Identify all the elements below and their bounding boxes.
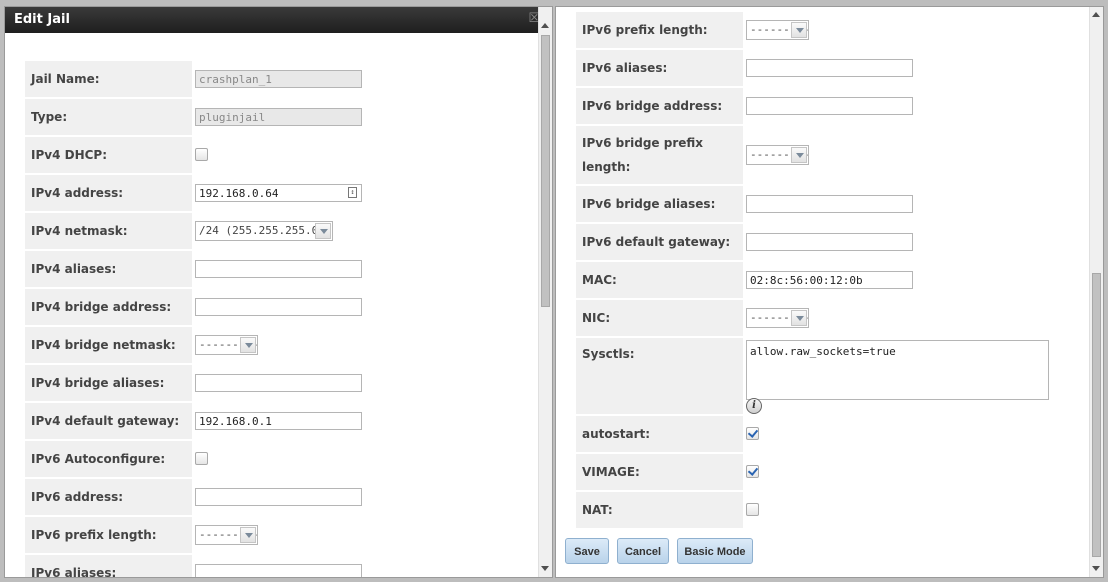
chevron-down-icon[interactable]: [315, 223, 331, 239]
jail-name-input[interactable]: crashplan_1: [195, 70, 362, 88]
field-label: IPv4 default gateway:: [25, 403, 192, 439]
left-scrollbar-thumb[interactable]: [541, 35, 550, 307]
field-label: NAT:: [576, 492, 743, 528]
field-label: autostart:: [576, 416, 743, 452]
vimage-checkbox[interactable]: [746, 465, 759, 478]
ipv4-bridge-aliases-input[interactable]: [195, 374, 362, 392]
mac-input[interactable]: 02:8c:56:00:12:0b: [746, 271, 913, 289]
field-label: IPv4 bridge aliases:: [25, 365, 192, 401]
field-label: VIMAGE:: [576, 454, 743, 490]
field-label: IPv6 bridge aliases:: [576, 186, 743, 222]
basic-mode-button[interactable]: Basic Mode: [677, 538, 753, 564]
field-label: Sysctls:: [576, 338, 743, 414]
chevron-down-icon[interactable]: [240, 527, 256, 543]
field-label: MAC:: [576, 262, 743, 298]
jail-name-value: crashplan_1: [199, 73, 272, 86]
sysctls-textarea[interactable]: allow.raw_sockets=true: [746, 340, 1049, 400]
ipv6-aliases-input[interactable]: [195, 564, 362, 577]
ipv4-bridge-netmask-select[interactable]: ---------: [195, 335, 259, 355]
field-label: IPv6 aliases:: [25, 555, 192, 577]
field-label: IPv4 bridge netmask:: [25, 327, 192, 363]
ipv4-default-gateway-value: 192.168.0.1: [199, 415, 272, 428]
dialog-titlebar[interactable]: Edit Jail ☒: [5, 7, 552, 33]
mac-value: 02:8c:56:00:12:0b: [750, 274, 863, 287]
field-label: IPv6 Autoconfigure:: [25, 441, 192, 477]
ipv6-bridge-address-input[interactable]: [746, 97, 913, 115]
edit-jail-dialog-left: Edit Jail ☒ Jail Name: crashplan_1 Type: pl…: [4, 6, 553, 578]
right-scrollbar-thumb[interactable]: [1092, 273, 1101, 557]
scroll-up-icon[interactable]: [541, 23, 549, 28]
ipv6-aliases-input[interactable]: [746, 59, 913, 77]
ipv6-autoconfigure-checkbox[interactable]: [195, 452, 208, 465]
right-scrollbar[interactable]: [1089, 7, 1103, 577]
nat-checkbox[interactable]: [746, 503, 759, 516]
info-icon[interactable]: i: [746, 398, 762, 414]
field-label: Jail Name:: [25, 61, 192, 97]
field-label: IPv6 address:: [25, 479, 192, 515]
ipv4-default-gateway-input[interactable]: 192.168.0.1: [195, 412, 362, 430]
ipv6-default-gateway-input[interactable]: [746, 233, 913, 251]
dialog-title: Edit Jail: [14, 12, 70, 27]
field-label: IPv6 prefix length:: [576, 12, 743, 48]
type-value: pluginjail: [199, 111, 266, 124]
field-label: NIC:: [576, 300, 743, 336]
save-button[interactable]: Save: [565, 538, 609, 564]
scroll-down-icon[interactable]: [1092, 566, 1100, 571]
field-label: IPv4 bridge address:: [25, 289, 192, 325]
field-label: IPv4 aliases:: [25, 251, 192, 287]
scroll-up-icon[interactable]: [1092, 12, 1100, 17]
field-label: Type:: [25, 99, 192, 135]
left-scrollbar[interactable]: [538, 7, 552, 577]
edit-jail-dialog-right: IPv6 prefix length: --------- IPv6 aliases…: [555, 6, 1104, 578]
ipv4-aliases-input[interactable]: [195, 260, 362, 278]
ipv6-bridge-prefix-length-select[interactable]: ---------: [746, 145, 810, 165]
chevron-down-icon[interactable]: [791, 22, 807, 38]
type-input[interactable]: pluginjail: [195, 108, 362, 126]
ipv4-dhcp-checkbox[interactable]: [195, 148, 208, 161]
field-label: IPv6 bridge prefix length:: [576, 126, 743, 184]
field-label: IPv6 prefix length:: [25, 517, 192, 553]
field-label: IPv6 bridge address:: [576, 88, 743, 124]
ipv6-bridge-aliases-input[interactable]: [746, 195, 913, 213]
scroll-down-icon[interactable]: [541, 566, 549, 571]
autostart-checkbox[interactable]: [746, 427, 759, 440]
ipv6-prefix-length-select[interactable]: ---------: [195, 525, 259, 545]
chevron-down-icon[interactable]: [791, 147, 807, 163]
field-label: IPv4 netmask:: [25, 213, 192, 249]
chevron-down-icon[interactable]: [791, 310, 807, 326]
cancel-button[interactable]: Cancel: [617, 538, 669, 564]
ipv6-prefix-length-select[interactable]: ---------: [746, 20, 810, 40]
ipv4-address-value: 192.168.0.64: [199, 187, 279, 200]
nic-select[interactable]: ---------: [746, 308, 810, 328]
field-label: IPv4 DHCP:: [25, 137, 192, 173]
ipv4-bridge-address-input[interactable]: [195, 298, 362, 316]
ipv6-address-input[interactable]: [195, 488, 362, 506]
ipv4-address-input[interactable]: 192.168.0.64 ↕: [195, 184, 362, 202]
ipv4-netmask-selected-value: /24 (255.255.255.0): [199, 224, 325, 237]
field-label: IPv6 default gateway:: [576, 224, 743, 260]
ipv4-netmask-select[interactable]: /24 (255.255.255.0): [195, 221, 333, 241]
sysctls-value: allow.raw_sockets=true: [750, 345, 896, 358]
field-label: IPv6 aliases:: [576, 50, 743, 86]
field-label: IPv4 address:: [25, 175, 192, 211]
chevron-down-icon[interactable]: [240, 337, 256, 353]
spinner-icon[interactable]: ↕: [348, 187, 357, 198]
